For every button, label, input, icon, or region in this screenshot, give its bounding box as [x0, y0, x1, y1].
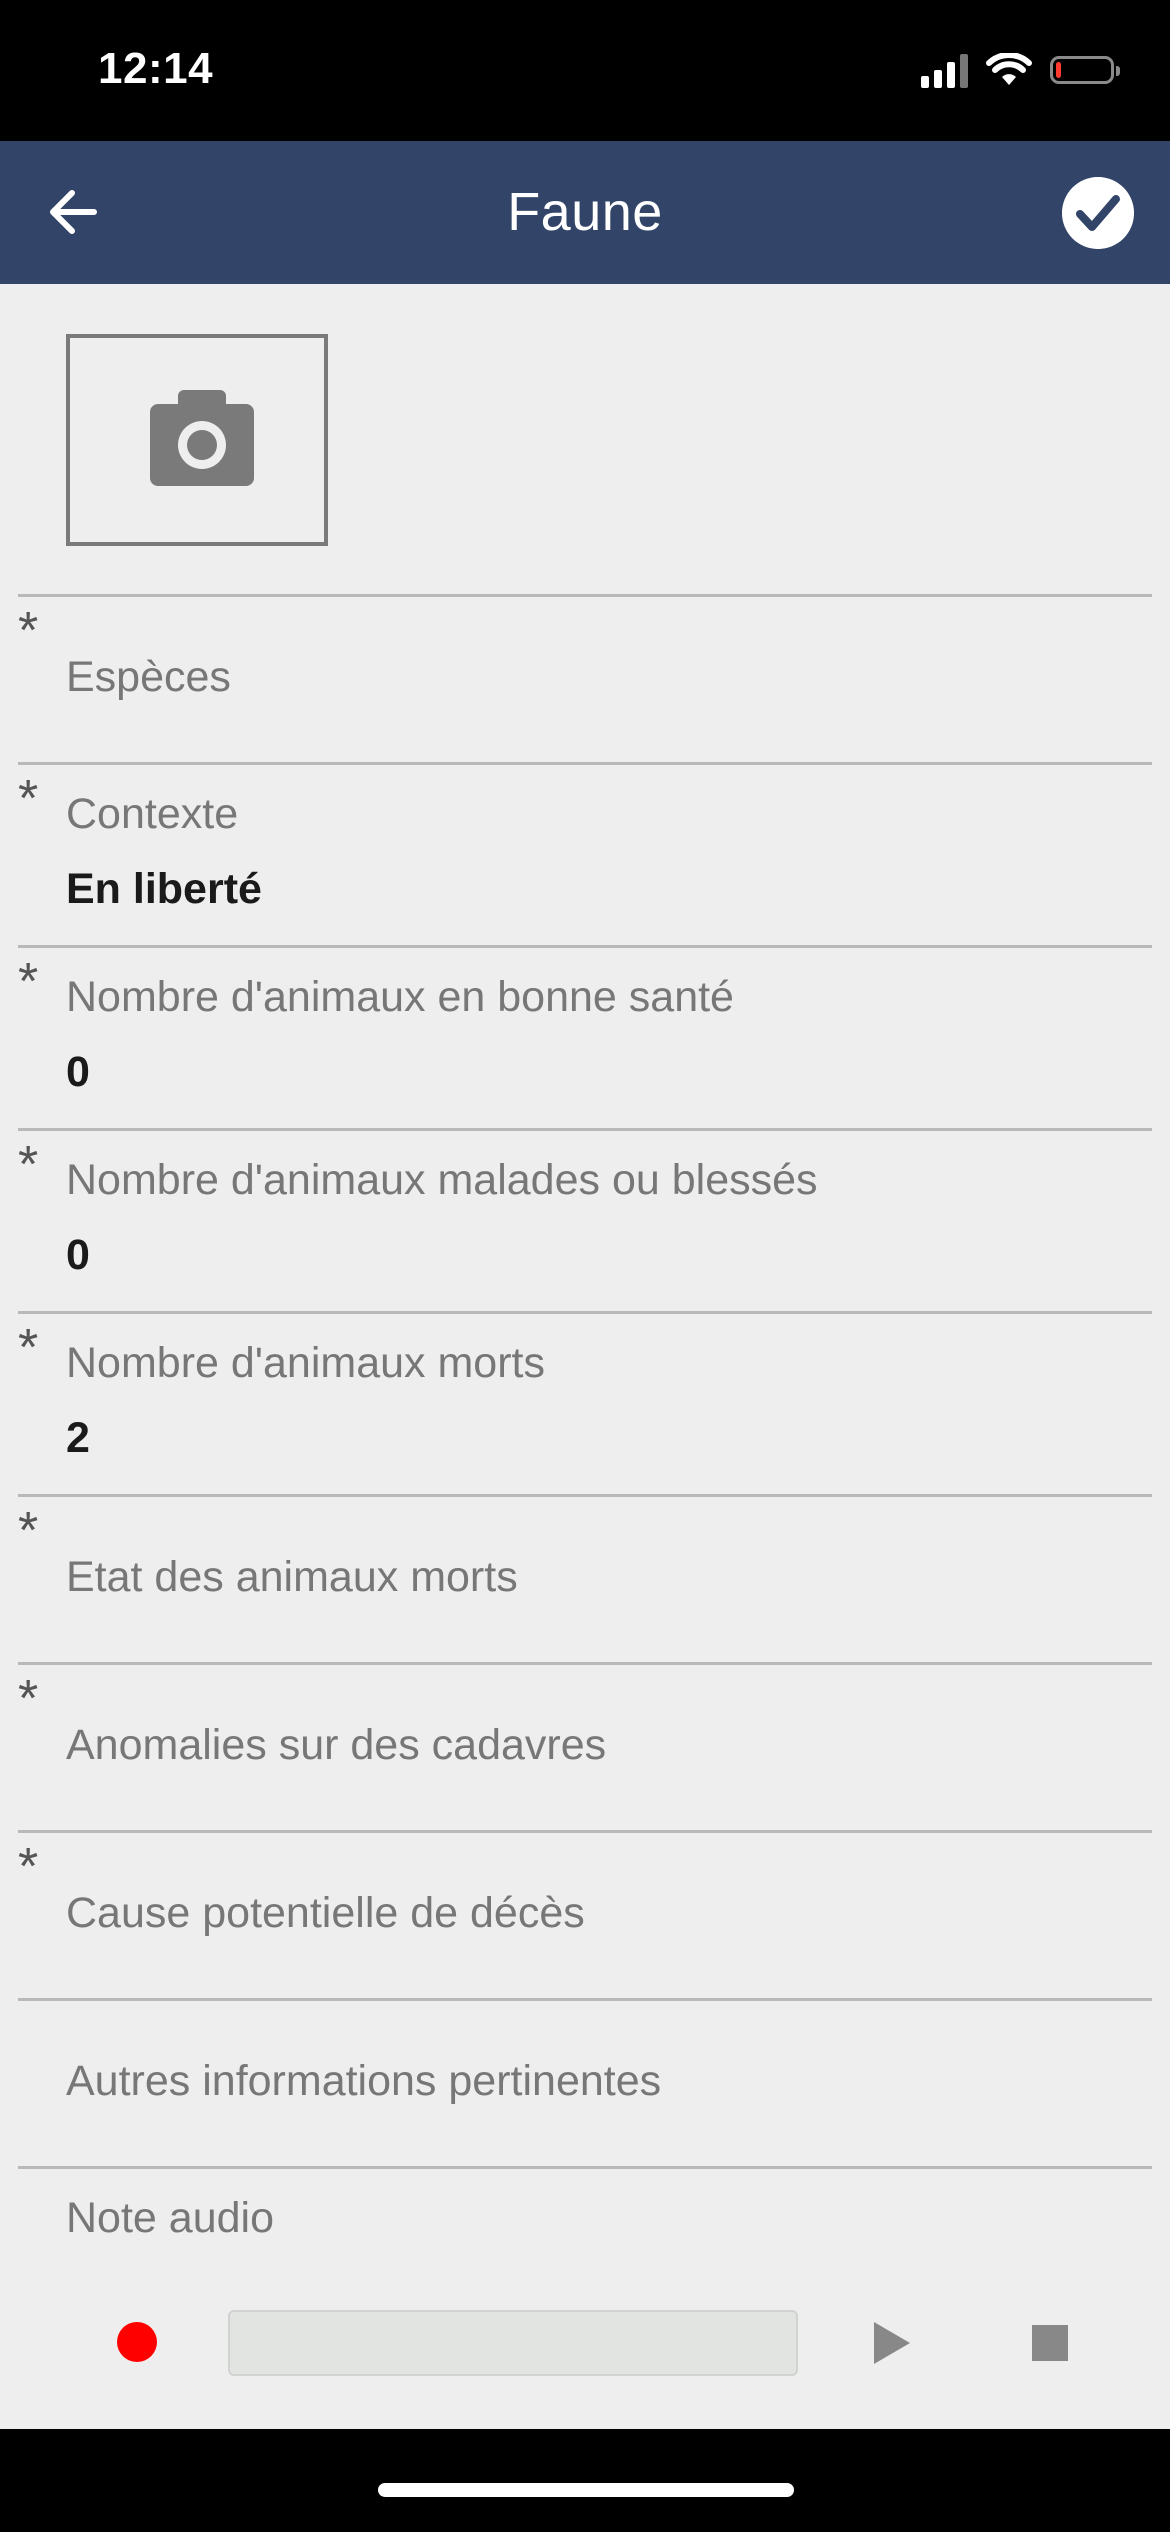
status-icons [921, 52, 1120, 88]
header-bar: Faune [0, 141, 1170, 284]
required-marker: * [18, 1319, 39, 1377]
camera-icon [150, 390, 254, 486]
audio-progress-bar [228, 2310, 798, 2376]
checkmark-circle-icon[interactable] [1062, 177, 1134, 249]
required-marker: * [18, 1670, 39, 1728]
battery-icon [1050, 56, 1120, 84]
field-label: Contexte [66, 790, 239, 838]
form-content: * Espèces * Contexte En liberté * Nombre… [0, 284, 1170, 2429]
field-other-info[interactable]: Autres informations pertinentes [18, 1998, 1152, 2166]
required-marker: * [18, 1838, 39, 1896]
record-button[interactable] [117, 2322, 157, 2362]
required-marker: * [18, 1136, 39, 1194]
field-especes[interactable]: * Espèces [18, 594, 1152, 762]
field-dead-state[interactable]: * Etat des animaux morts [18, 1494, 1152, 1662]
stop-icon[interactable] [1032, 2325, 1068, 2361]
home-indicator-area [0, 2429, 1170, 2532]
home-indicator[interactable] [378, 2483, 794, 2497]
field-label: Nombre d'animaux morts [66, 1339, 545, 1387]
battery-level [1056, 62, 1061, 78]
audio-note-label: Note audio [66, 2194, 274, 2242]
required-marker: * [18, 770, 39, 828]
field-label: Etat des animaux morts [66, 1553, 518, 1601]
field-value: 0 [66, 1231, 90, 1279]
required-marker: * [18, 1502, 39, 1560]
field-label: Nombre d'animaux malades ou blessés [66, 1156, 818, 1204]
field-value: En liberté [66, 865, 262, 913]
field-label: Autres informations pertinentes [66, 2057, 662, 2105]
audio-controls [0, 2288, 1170, 2388]
field-death-cause[interactable]: * Cause potentielle de décès [18, 1830, 1152, 1998]
page-title: Faune [507, 182, 663, 242]
play-icon[interactable] [874, 2322, 910, 2364]
field-value: 2 [66, 1414, 90, 1462]
field-label: Espèces [66, 653, 231, 701]
field-label: Anomalies sur des cadavres [66, 1721, 607, 1769]
field-healthy-count[interactable]: * Nombre d'animaux en bonne santé 0 [18, 945, 1152, 1128]
wifi-icon [986, 53, 1032, 85]
status-bar: 12:14 [0, 0, 1170, 141]
required-marker: * [18, 953, 39, 1011]
field-anomalies[interactable]: * Anomalies sur des cadavres [18, 1662, 1152, 1830]
field-contexte[interactable]: * Contexte En liberté [18, 762, 1152, 945]
field-label: Nombre d'animaux en bonne santé [66, 973, 734, 1021]
signal-icon [921, 52, 968, 88]
field-dead-count[interactable]: * Nombre d'animaux morts 2 [18, 1311, 1152, 1494]
field-label: Cause potentielle de décès [66, 1889, 585, 1937]
status-time: 12:14 [98, 44, 214, 93]
field-value: 0 [66, 1048, 90, 1096]
photo-picker[interactable] [66, 334, 328, 546]
field-sick-count[interactable]: * Nombre d'animaux malades ou blessés 0 [18, 1128, 1152, 1311]
required-marker: * [18, 602, 39, 660]
